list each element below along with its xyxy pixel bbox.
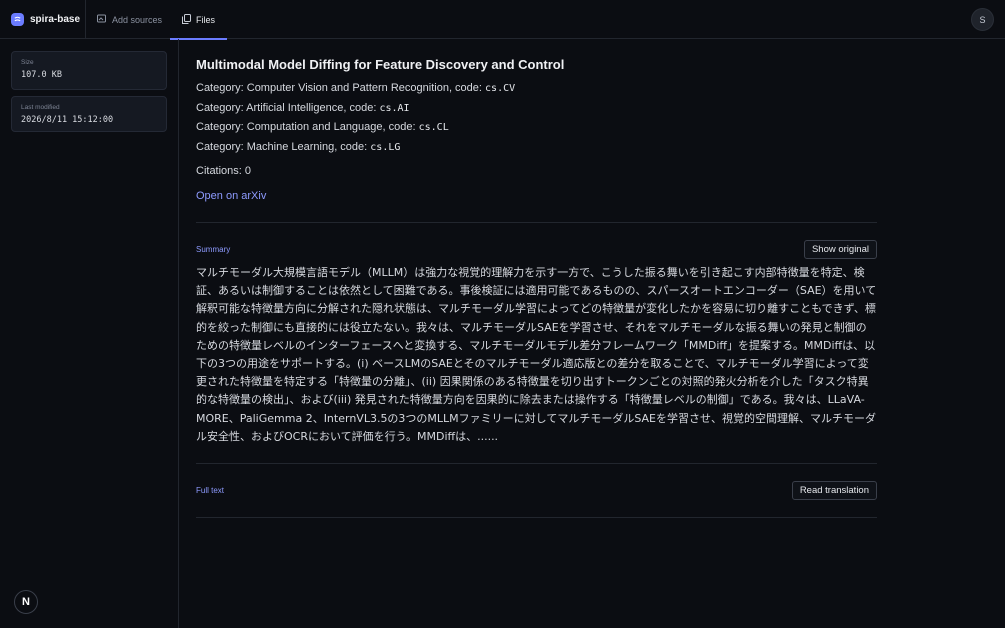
avatar[interactable]: S [971,8,994,31]
category-text: Category: Computation and Language, code… [196,121,419,133]
sidebar: Size 107.0 KB Last modified 2026/8/11 15… [0,39,179,628]
citations-count: Citations: 0 [196,165,252,177]
tab-files-label: Files [196,14,216,25]
tab-files[interactable]: Files [169,0,228,40]
last-modified-value: 2026/8/11 15:12:00 [21,115,114,125]
category-line: Category: Computer Vision and Pattern Re… [196,82,515,94]
image-plus-icon [97,14,107,25]
size-label: Size [21,59,34,66]
files-icon [182,13,191,26]
divider [196,517,877,518]
size-value: 107.0 KB [21,70,62,80]
category-code: cs.LG [370,142,401,153]
tab-add-sources[interactable]: Add sources [97,0,162,39]
category-line: Category: Computation and Language, code… [196,121,449,133]
category-line: Category: Machine Learning, code: cs.LG [196,141,400,153]
size-card: Size 107.0 KB [11,51,167,90]
brand[interactable]: spira-base [0,0,86,38]
summary-text: マルチモーダル大規模言語モデル（MLLM）は強力な視覚的理解力を示す一方で、こう… [196,266,877,443]
spira-logo-icon [11,12,24,26]
category-code: cs.CV [485,83,516,94]
open-arxiv-link[interactable]: Open on arXiv [196,190,266,202]
divider [196,463,877,464]
n-logo-icon[interactable]: N [14,590,38,614]
summary-label: Summary [196,245,231,254]
show-original-button[interactable]: Show original [803,240,877,259]
divider [196,222,877,223]
category-code: cs.CL [418,122,449,133]
app-name: spira-base [30,13,81,25]
category-text: Category: Computer Vision and Pattern Re… [196,82,486,94]
category-text: Category: Machine Learning, code: [196,141,371,153]
read-translation-button[interactable]: Read translation [791,481,877,500]
top-bar: spira-base Add sources Files S [0,0,1005,40]
tab-add-sources-label: Add sources [112,14,163,25]
paper-title: Multimodal Model Diffing for Feature Dis… [196,57,565,72]
category-text: Category: Artificial Intelligence, code: [196,102,380,114]
category-line: Category: Artificial Intelligence, code:… [196,102,410,114]
full-text-label: Full text [196,486,225,495]
last-modified-label: Last modified [21,104,60,111]
category-code: cs.AI [379,103,410,114]
last-modified-card: Last modified 2026/8/11 15:12:00 [11,96,167,132]
